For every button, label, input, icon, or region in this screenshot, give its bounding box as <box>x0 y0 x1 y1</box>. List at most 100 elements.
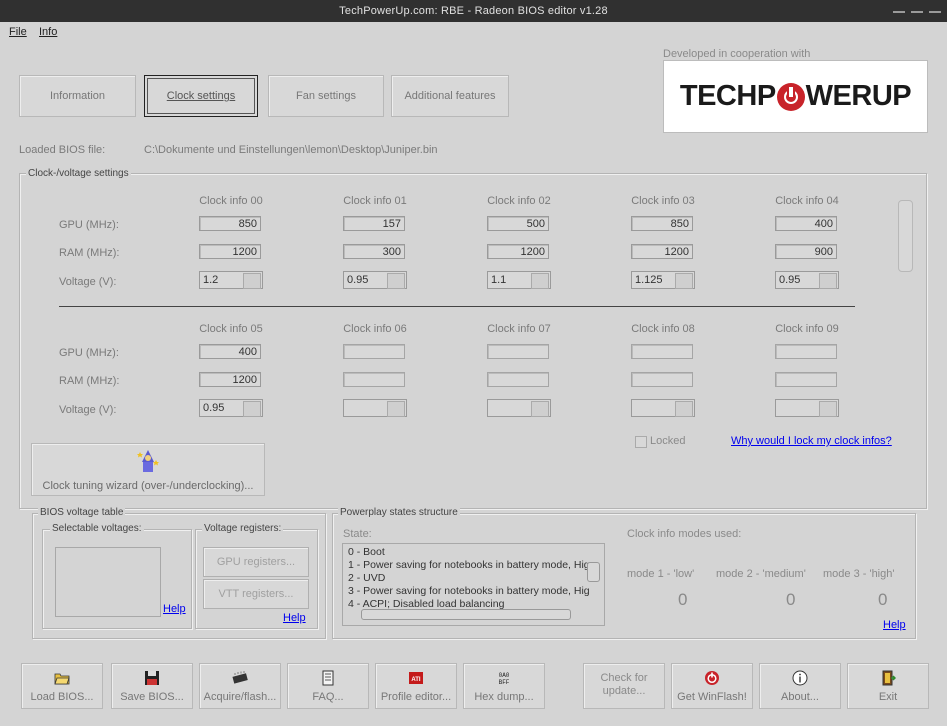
clock-info-ram-field[interactable]: 1200 <box>199 244 261 259</box>
logo-text: TECHP WERUP <box>680 80 912 113</box>
clock-info-voltage-select[interactable]: 0.95 <box>199 399 263 417</box>
acquire-flash-button[interactable]: Acquire/flash... <box>199 663 281 709</box>
clock-info-ram-field[interactable]: 1200 <box>199 372 261 387</box>
dropdown-arrow-icon[interactable] <box>387 273 405 289</box>
check-update-button[interactable]: Check for update... <box>583 663 665 709</box>
clock-info-gpu-field[interactable]: 850 <box>631 216 693 231</box>
clock-info-gpu-field[interactable]: 400 <box>199 344 261 359</box>
gpu-registers-button[interactable]: GPU registers... <box>203 547 309 577</box>
svg-text:BFF: BFF <box>499 679 510 686</box>
exit-button[interactable]: Exit <box>847 663 929 709</box>
voltage-help-link[interactable]: Help <box>163 603 186 615</box>
powerplay-help-link[interactable]: Help <box>883 619 906 631</box>
clock-info-gpu-field[interactable] <box>487 344 549 359</box>
tab-additional-features[interactable]: Additional features <box>391 75 509 117</box>
state-item[interactable]: 1 - Power saving for notebooks in batter… <box>348 559 590 572</box>
dropdown-arrow-icon[interactable] <box>819 273 837 289</box>
clock-info-ram-field[interactable]: 1200 <box>631 244 693 259</box>
clock-info-voltage-value: 0.95 <box>779 274 801 286</box>
maximize-button[interactable] <box>911 11 923 13</box>
info-icon <box>792 670 808 686</box>
clock-info-ram-field[interactable] <box>631 372 693 387</box>
dropdown-arrow-icon[interactable] <box>531 401 549 417</box>
state-item[interactable]: 2 - UVD <box>348 572 590 585</box>
state-item[interactable]: 0 - Boot <box>348 546 590 559</box>
menu-file[interactable]: File <box>9 26 27 38</box>
clock-info-gpu-field[interactable]: 500 <box>487 216 549 231</box>
clock-info-ram-field[interactable] <box>487 372 549 387</box>
faq-button[interactable]: FAQ... <box>287 663 369 709</box>
document-icon <box>322 670 334 686</box>
clock-info-header: Clock info 05 <box>199 323 263 335</box>
clock-scrollbar[interactable] <box>898 200 913 272</box>
dropdown-arrow-icon[interactable] <box>675 273 693 289</box>
wizard-icon <box>137 450 159 472</box>
voltage-label-2: Voltage (V): <box>59 404 117 416</box>
minimize-button[interactable] <box>893 11 905 13</box>
dropdown-arrow-icon[interactable] <box>675 401 693 417</box>
clock-info-header: Clock info 00 <box>199 195 263 207</box>
tab-information[interactable]: Information <box>19 75 136 117</box>
load-bios-label: Load BIOS... <box>30 691 94 703</box>
states-vscroll[interactable] <box>587 562 600 582</box>
power-icon <box>705 671 719 685</box>
dropdown-arrow-icon[interactable] <box>819 401 837 417</box>
tab-fan-settings[interactable]: Fan settings <box>268 75 384 117</box>
clock-info-voltage-value: 1.125 <box>635 274 663 286</box>
dropdown-arrow-icon[interactable] <box>387 401 405 417</box>
clock-info-gpu-field[interactable] <box>343 344 405 359</box>
techpowerup-logo[interactable]: TECHP WERUP <box>663 60 928 133</box>
get-winflash-button[interactable]: Get WinFlash! <box>671 663 753 709</box>
voltage-label-1: Voltage (V): <box>59 276 117 288</box>
clock-info-ram-field[interactable]: 1200 <box>487 244 549 259</box>
clock-info-ram-field[interactable]: 900 <box>775 244 837 259</box>
locked-checkbox[interactable] <box>635 436 647 448</box>
lock-info-link[interactable]: Why would I lock my clock infos? <box>731 435 892 447</box>
clock-info-voltage-select[interactable] <box>487 399 551 417</box>
menu-info[interactable]: Info <box>39 26 57 38</box>
hex-dump-label: Hex dump... <box>474 691 534 703</box>
clock-info-voltage-select[interactable]: 0.95 <box>775 271 839 289</box>
vtt-registers-button[interactable]: VTT registers... <box>203 579 309 609</box>
clock-wizard-button[interactable]: Clock tuning wizard (over-/underclocking… <box>31 443 265 496</box>
clock-info-ram-field[interactable] <box>775 372 837 387</box>
clock-info-gpu-field[interactable] <box>775 344 837 359</box>
states-list[interactable]: 0 - Boot 1 - Power saving for notebooks … <box>342 543 605 626</box>
clock-info-gpu-field[interactable]: 400 <box>775 216 837 231</box>
dropdown-arrow-icon[interactable] <box>243 273 261 289</box>
clock-info-ram-field[interactable] <box>343 372 405 387</box>
save-bios-button[interactable]: Save BIOS... <box>111 663 193 709</box>
clock-info-gpu-field[interactable]: 850 <box>199 216 261 231</box>
profile-editor-label: Profile editor... <box>380 691 452 703</box>
clock-info-gpu-field[interactable]: 157 <box>343 216 405 231</box>
state-item[interactable]: 3 - Power saving for notebooks in batter… <box>348 585 590 598</box>
hex-dump-button[interactable]: 0A0 BFF Hex dump... <box>463 663 545 709</box>
clock-info-ram-field[interactable]: 300 <box>343 244 405 259</box>
states-hscroll[interactable] <box>361 609 571 620</box>
clock-info-voltage-select[interactable]: 0.95 <box>343 271 407 289</box>
faq-label: FAQ... <box>312 691 344 703</box>
dropdown-arrow-icon[interactable] <box>531 273 549 289</box>
clock-info-voltage-select[interactable]: 1.125 <box>631 271 695 289</box>
acquire-flash-label: Acquire/flash... <box>203 691 277 703</box>
about-button[interactable]: About... <box>759 663 841 709</box>
clock-info-gpu-field[interactable] <box>631 344 693 359</box>
load-bios-button[interactable]: Load BIOS... <box>21 663 103 709</box>
clock-info-voltage-select[interactable] <box>775 399 839 417</box>
registers-help-link[interactable]: Help <box>283 612 306 624</box>
window-title: TechPowerUp.com: RBE - Radeon BIOS edito… <box>339 5 608 17</box>
dropdown-arrow-icon[interactable] <box>243 401 261 417</box>
state-label: State: <box>343 528 372 540</box>
chip-icon <box>232 671 248 684</box>
floppy-icon <box>145 671 159 685</box>
tab-clock-settings[interactable]: Clock settings <box>144 75 258 117</box>
voltage-table-title: BIOS voltage table <box>38 507 126 518</box>
selectable-voltages-list[interactable] <box>55 547 161 617</box>
profile-editor-button[interactable]: ATI Profile editor... <box>375 663 457 709</box>
clock-info-voltage-select[interactable] <box>343 399 407 417</box>
get-winflash-label: Get WinFlash! <box>677 691 747 703</box>
clock-info-voltage-select[interactable]: 1.2 <box>199 271 263 289</box>
close-button[interactable] <box>929 11 941 13</box>
clock-info-voltage-select[interactable] <box>631 399 695 417</box>
clock-info-voltage-select[interactable]: 1.1 <box>487 271 551 289</box>
